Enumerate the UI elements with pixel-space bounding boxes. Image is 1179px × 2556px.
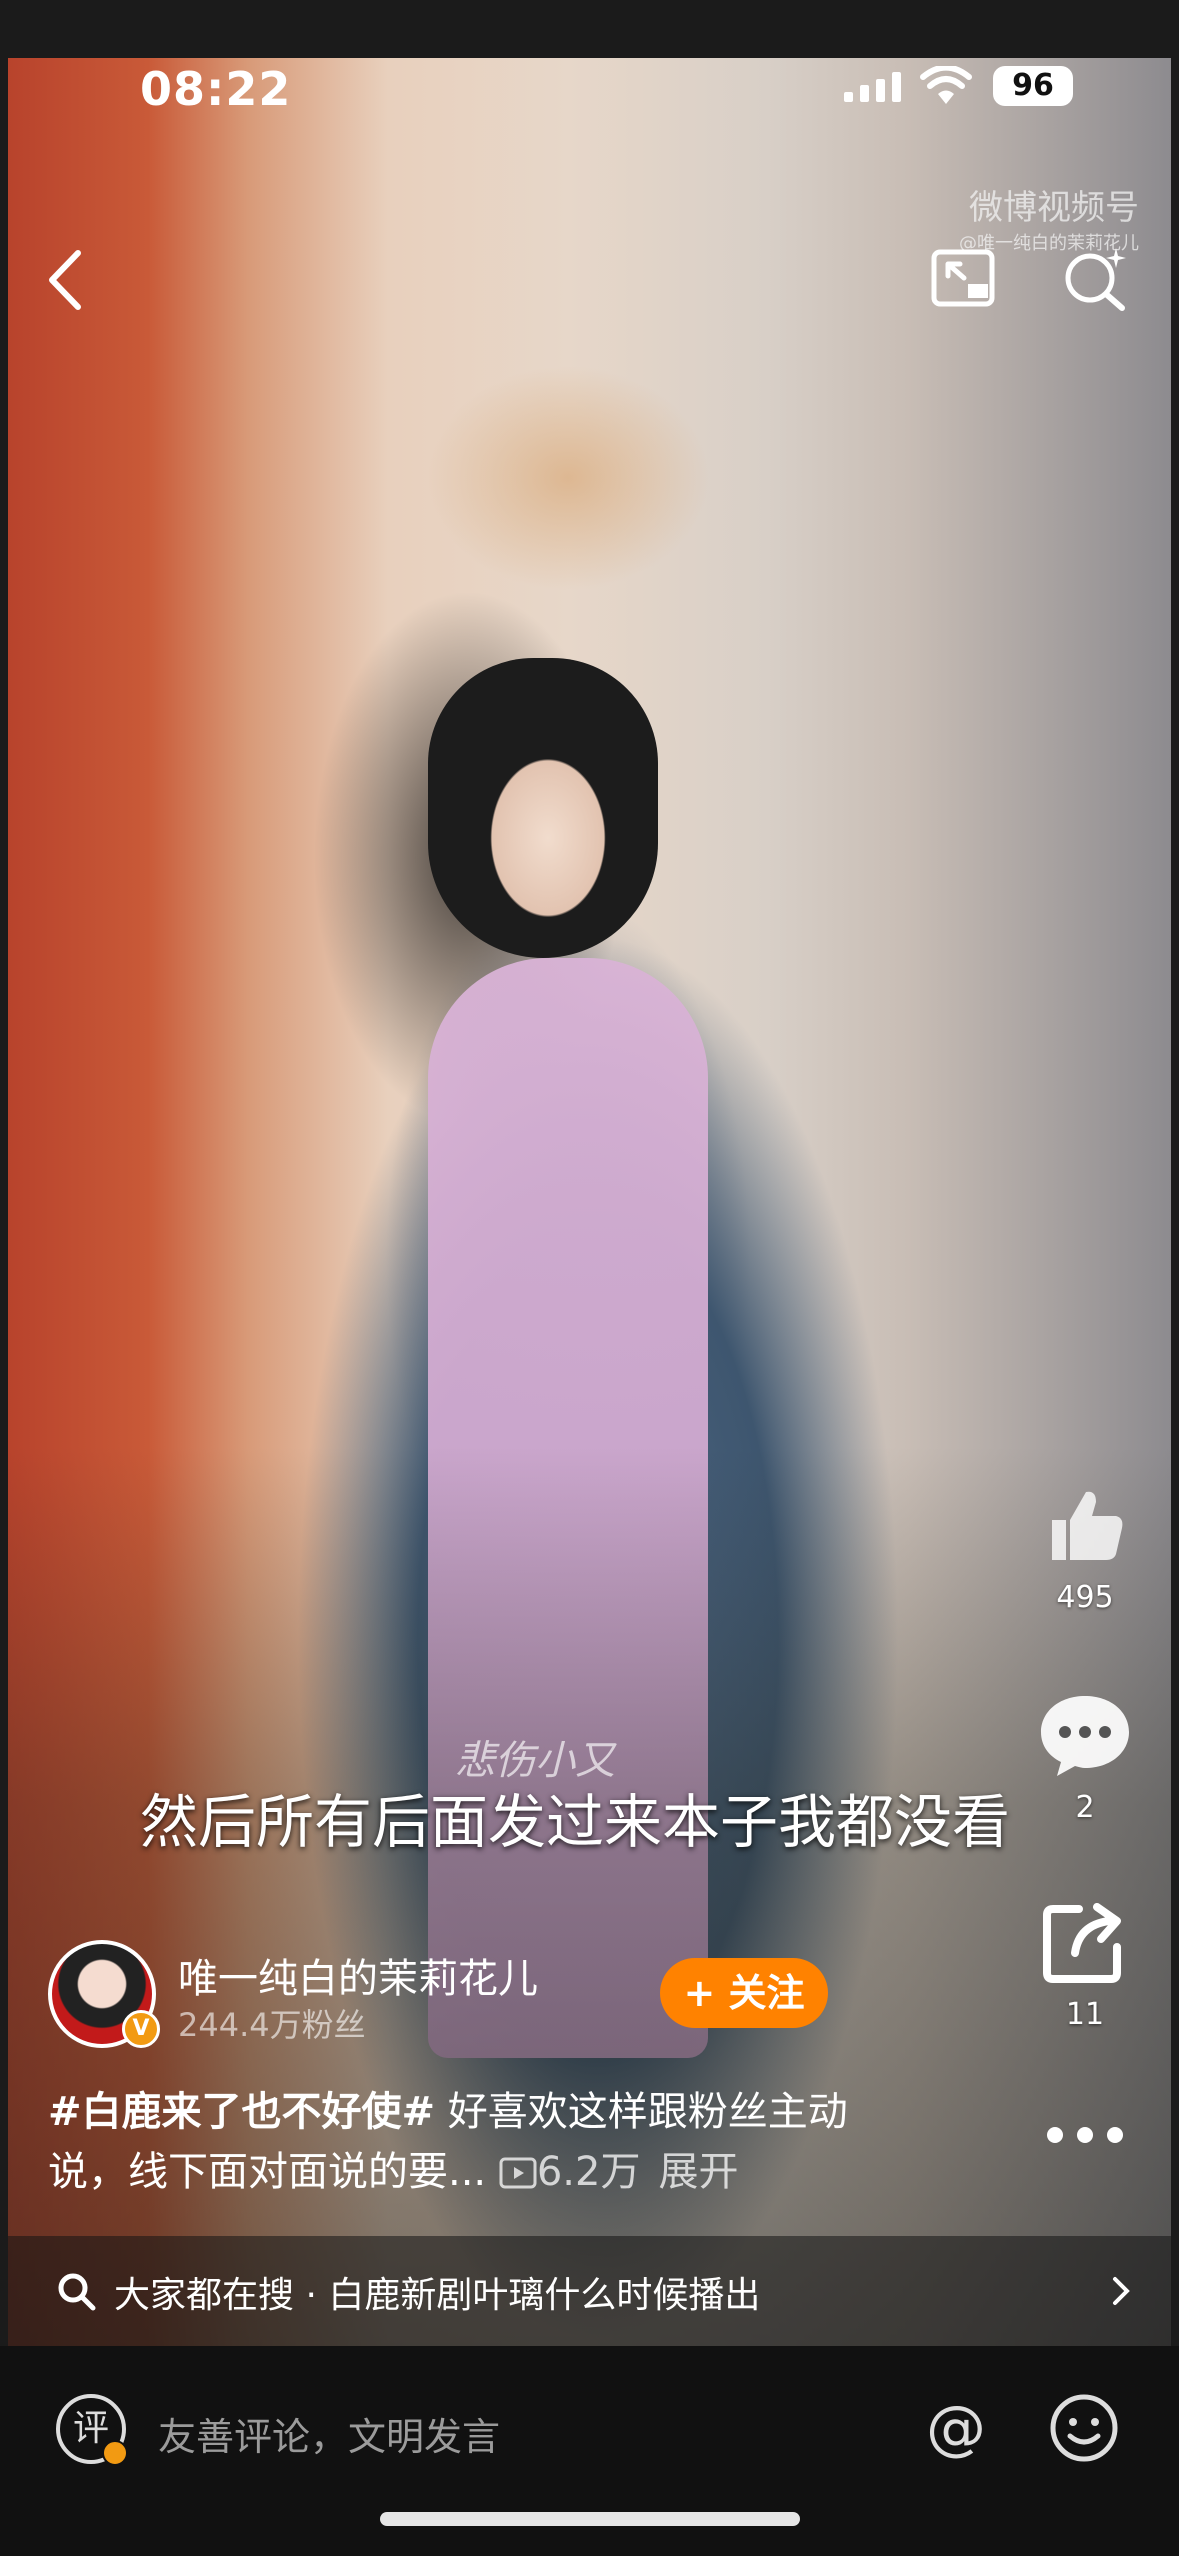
share-button[interactable]: 11 [1030,1895,1140,2032]
back-arrow-icon[interactable] [40,245,90,315]
video-subtitle: 然后所有后面发过来本子我都没看 [140,1788,1011,1856]
hashtag-link[interactable]: #白鹿来了也不好使# [48,2089,435,2135]
share-icon [1043,1903,1121,1983]
more-button[interactable] [1030,2120,1140,2154]
post-description[interactable]: #白鹿来了也不好使# 好喜欢这样跟粉丝主动说，线下面对面说的要... 6.2万展… [48,2082,908,2202]
comment-bubble-icon [1041,1696,1129,1776]
screen-frame: 08:22 96 微博视频号 @ 唯一纯白的茉莉花儿 495 2 11 悲伤小又 … [0,0,1179,2556]
status-time: 08:22 [140,62,292,116]
comment-count: 2 [1075,1790,1095,1825]
emoji-icon[interactable] [1048,2392,1120,2464]
notification-dot [102,2440,128,2466]
wifi-icon [920,66,972,104]
author-row: V 唯一纯白的茉莉花儿 244.4万粉丝 + 关注 [48,1940,828,2050]
comment-input[interactable]: 友善评论，文明发言 [158,2406,500,2461]
video-person-robe [428,958,708,2058]
share-count: 11 [1065,1997,1105,2032]
expand-link[interactable]: 展开 [658,2149,738,2195]
like-count: 495 [1056,1580,1114,1615]
verified-badge: V [122,2010,160,2048]
view-count: 6.2万 [536,2149,641,2195]
watermark-brand: 微博视频号 [969,188,1139,228]
comment-button[interactable]: 2 [1030,1690,1140,1825]
chevron-right-icon [1113,2277,1130,2305]
like-button[interactable]: 495 [1030,1480,1140,1615]
more-dots-icon [1047,2127,1123,2143]
follow-button[interactable]: + 关注 [660,1958,828,2028]
comment-icon-label: 评 [72,2408,109,2449]
search-sparkle-icon[interactable] [1060,244,1130,314]
author-name[interactable]: 唯一纯白的茉莉花儿 [178,1946,538,2004]
signal-icon [844,72,901,102]
author-fans-count: 244.4万粉丝 [178,2006,366,2044]
comment-bar: 评 友善评论，文明发言 @ [0,2346,1179,2556]
thumbs-up-icon [1052,1491,1123,1560]
video-person-head [428,658,658,958]
trending-search-text: 大家都在搜 · 白鹿新剧叶璃什么时候播出 [114,2275,761,2316]
battery-indicator: 96 [993,66,1073,106]
mention-button[interactable]: @ [920,2392,992,2464]
home-indicator[interactable] [380,2512,800,2526]
search-icon [58,2273,96,2311]
picture-in-picture-icon[interactable] [930,248,1000,312]
trending-search-bar[interactable]: 大家都在搜 · 白鹿新剧叶璃什么时候播出 [8,2236,1171,2346]
play-count-icon [499,2157,537,2189]
comment-review-icon[interactable]: 评 [56,2394,128,2466]
